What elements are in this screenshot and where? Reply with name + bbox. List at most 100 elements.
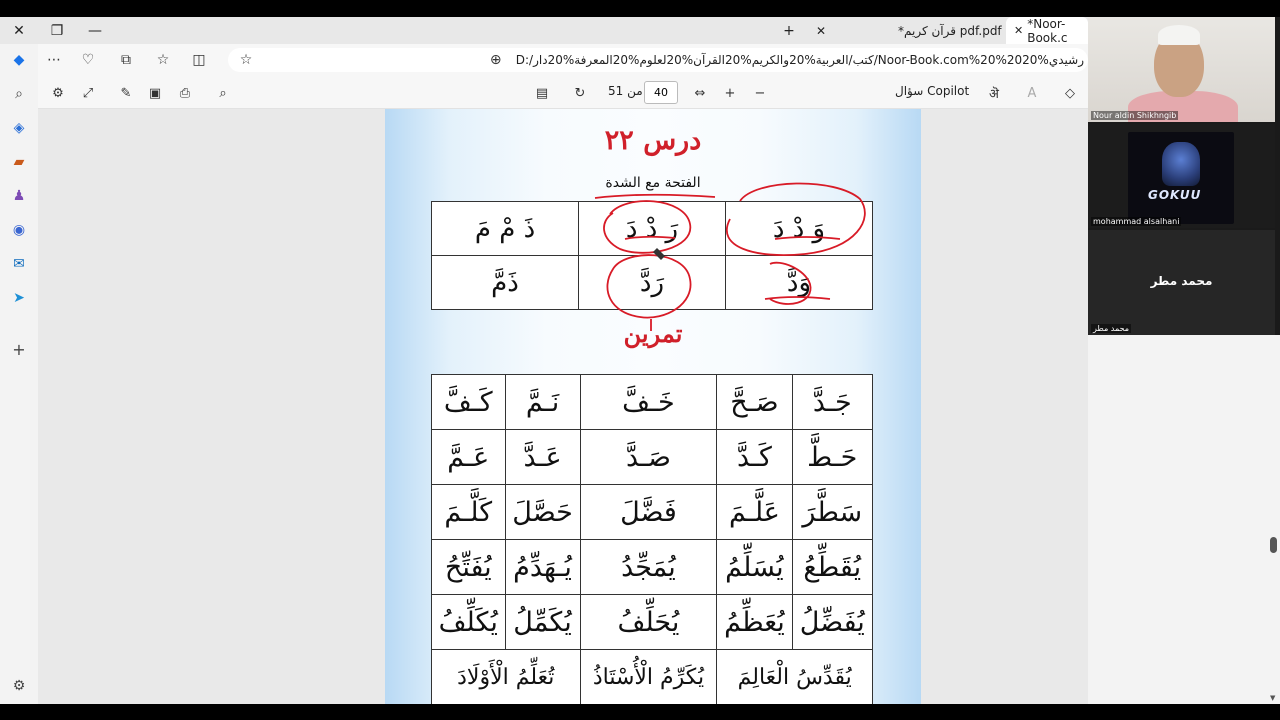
table-cell: ذَ مْ مَ <box>431 201 579 256</box>
table-row: يُقَطِّعُ يُسَلِّمُ يُمَجِّدُ يُـهَدِّمُ… <box>431 539 874 595</box>
add-sidebar-app-icon[interactable]: + <box>9 339 29 359</box>
rotate-icon[interactable]: ↻ <box>570 83 590 103</box>
tab-collections-icon[interactable]: ⧉ <box>116 50 136 70</box>
pdf-page: درس ٢٢ الفتحة مع الشدة وَ دْ دَ رَ دْ دَ… <box>385 109 921 705</box>
restore-window-icon[interactable]: ❐ <box>38 17 76 44</box>
table-cell: يُـهَدِّمُ <box>504 539 581 595</box>
table-cell: يُسَلِّمُ <box>716 539 793 595</box>
pdf-viewport[interactable]: درس ٢٢ الفتحة مع الشدة وَ دْ دَ رَ دْ دَ… <box>38 109 1088 705</box>
fit-width-icon[interactable]: ⇔ <box>690 83 710 103</box>
table-cell: نَـمَّ <box>504 374 581 430</box>
table-cell: وَدَّ <box>725 255 873 310</box>
screen-bottom-strip <box>0 704 1280 720</box>
office-icon[interactable]: ◉ <box>9 220 29 240</box>
table-cell: صَـحَّ <box>716 374 793 430</box>
screen: ✕ ❐ — + ✕ *قرآن كريم pdf.pdf ✕ *Noor-Boo… <box>0 0 1280 720</box>
tab-noor-book[interactable]: ✕ *Noor-Book.c <box>1006 16 1088 45</box>
screen-top-strip <box>0 0 1280 17</box>
search-icon[interactable]: ⌕ <box>9 84 29 104</box>
underline-annotation <box>594 193 716 199</box>
video-call-panel: Nour aldin Shikhngib GOKUU mohammad alsa… <box>1088 17 1280 335</box>
scroll-down-icon[interactable]: ▼ <box>1270 694 1275 702</box>
table-cell: يُحَلِّفُ <box>579 594 718 650</box>
find-icon[interactable]: ⌕ <box>213 83 233 103</box>
translate-icon[interactable]: ऄ <box>984 83 1004 103</box>
more-options-icon[interactable]: ⋯ <box>44 50 64 70</box>
extension-icon[interactable]: ♡ <box>78 50 98 70</box>
page-view-icon[interactable]: ▤ <box>532 83 552 103</box>
address-bar[interactable]: ☆ ⊕ D:/كتب/العربية%20والكريم%20القرآن%20… <box>228 48 1088 72</box>
table-cell: سَطَّرَ <box>791 484 874 540</box>
shopping-tag-icon[interactable]: ◈ <box>9 118 29 138</box>
settings-gear-icon[interactable]: ⚙ <box>48 83 68 103</box>
split-screen-icon[interactable]: ◫ <box>189 50 209 70</box>
table-row: جَـدَّ صَـحَّ خَـفَّ نَـمَّ كَـفَّ <box>431 374 874 430</box>
table-cell: وَ دْ دَ <box>725 201 873 256</box>
outlook-icon[interactable]: ✉ <box>9 254 29 274</box>
table-cell: جَـدَّ <box>791 374 874 430</box>
exercise-title: تمرين <box>623 319 683 348</box>
edit-pdf-icon[interactable]: ✎ <box>116 83 136 103</box>
games-icon[interactable]: ♟ <box>9 186 29 206</box>
participant-video-tile[interactable]: محمد مطر محمد مطر <box>1088 230 1275 335</box>
page-number-input[interactable]: 40 <box>644 81 678 104</box>
close-window-icon[interactable]: ✕ <box>0 17 38 44</box>
table-cell: يُفَضِّلُ <box>791 594 874 650</box>
copilot-ask-button[interactable]: سؤال Copilot <box>895 84 969 98</box>
table-cell: رَدَّ <box>578 255 726 310</box>
table-cell: فَضَّلَ <box>579 484 718 540</box>
table-cell: خَـفَّ <box>579 374 718 430</box>
table-row: وَ دْ دَ رَ دْ دَ ذَ مْ مَ <box>431 201 873 256</box>
table-row: حَـطَّ كَـدَّ صَـدَّ عَـدَّ عَـمَّ <box>431 429 874 485</box>
pdf-toolbar: ⚙ ⤢ ✎ ▣ ⎙ ⌕ ▤ ↻ من 51 40 ⇔ + − سؤال Copi… <box>38 76 1088 109</box>
toolbox-icon[interactable]: ▰ <box>9 152 29 172</box>
table-cell: صَـدَّ <box>579 429 718 485</box>
tab-label: *Noor-Book.c <box>1027 16 1068 45</box>
print-icon[interactable]: ⎙ <box>175 83 195 103</box>
participant-display-name: محمد مطر <box>1150 274 1213 288</box>
avatar: GOKUU <box>1128 132 1234 224</box>
close-tab-icon[interactable]: ✕ <box>802 17 840 44</box>
zoom-magnifier-icon[interactable]: ⊕ <box>486 50 506 70</box>
send-icon[interactable]: ➤ <box>9 288 29 308</box>
table-cell: يُكَرِّمُ الْأُسْتَاذُ <box>579 649 718 705</box>
avatar-logo-text: GOKUU <box>1148 188 1202 202</box>
expand-icon[interactable]: ⤢ <box>78 83 98 103</box>
lesson-title: درس ٢٢ <box>604 125 702 156</box>
table-cell: يُقَطِّعُ <box>791 539 874 595</box>
favorite-star-icon[interactable]: ☆ <box>236 50 256 70</box>
zoom-out-button[interactable]: − <box>750 83 770 103</box>
participant-name: Nour aldin Shikhngib <box>1091 111 1179 120</box>
browser-tab-bar: ✕ ❐ — + ✕ *قرآن كريم pdf.pdf ✕ *Noor-Boo… <box>0 16 1088 45</box>
close-tab-icon[interactable]: ✕ <box>1014 24 1023 37</box>
save-icon[interactable]: ▣ <box>145 83 165 103</box>
table-cell: عَـدَّ <box>504 429 581 485</box>
table-cell: يُكَلِّفُ <box>431 594 506 650</box>
table-cell: كَـدَّ <box>716 429 793 485</box>
table-row: يُفَضِّلُ يُعَظِّمُ يُحَلِّفُ يُكَمِّلُ … <box>431 594 874 650</box>
copilot-icon[interactable]: ◆ <box>9 50 29 70</box>
table-cell: يُمَجِّدُ <box>579 539 718 595</box>
table-cell: عَلَّـمَ <box>716 484 793 540</box>
character-figure <box>1162 142 1200 186</box>
table-cell: عَـمَّ <box>431 429 506 485</box>
favorites-icon[interactable]: ☆ <box>153 50 173 70</box>
minimize-window-icon[interactable]: — <box>76 17 114 44</box>
participant-name: mohammad alsalhani <box>1091 217 1182 226</box>
table-cell: حَـطَّ <box>791 429 874 485</box>
address-row: ⋯ ♡ ⧉ ☆ ◫ ☆ ⊕ D:/كتب/العربية%20والكريم%2… <box>38 44 1088 76</box>
lesson-subtitle: الفتحة مع الشدة <box>605 175 701 191</box>
scroll-thumb[interactable] <box>1270 537 1277 553</box>
eraser-icon[interactable]: ◇ <box>1060 83 1080 103</box>
participant-name: محمد مطر <box>1091 324 1132 333</box>
table-cell: تُعَلِّمُ الْأَوْلَادَ <box>431 649 581 705</box>
participant-video-tile[interactable]: GOKUU mohammad alsalhani <box>1088 124 1275 228</box>
table-cell: كَـفَّ <box>431 374 506 430</box>
example-table: وَ دْ دَ رَ دْ دَ ذَ مْ مَ وَدَّ رَدَّ ذ… <box>431 201 873 310</box>
settings-gear-icon[interactable]: ⚙ <box>9 676 29 696</box>
zoom-in-button[interactable]: + <box>720 83 740 103</box>
url-text[interactable]: D:/كتب/العربية%20والكريم%20القرآن%20لعلو… <box>516 53 1084 67</box>
read-aloud-icon[interactable]: A <box>1022 83 1042 103</box>
participant-cap <box>1158 25 1200 45</box>
participant-video-tile[interactable]: Nour aldin Shikhngib <box>1088 17 1275 122</box>
